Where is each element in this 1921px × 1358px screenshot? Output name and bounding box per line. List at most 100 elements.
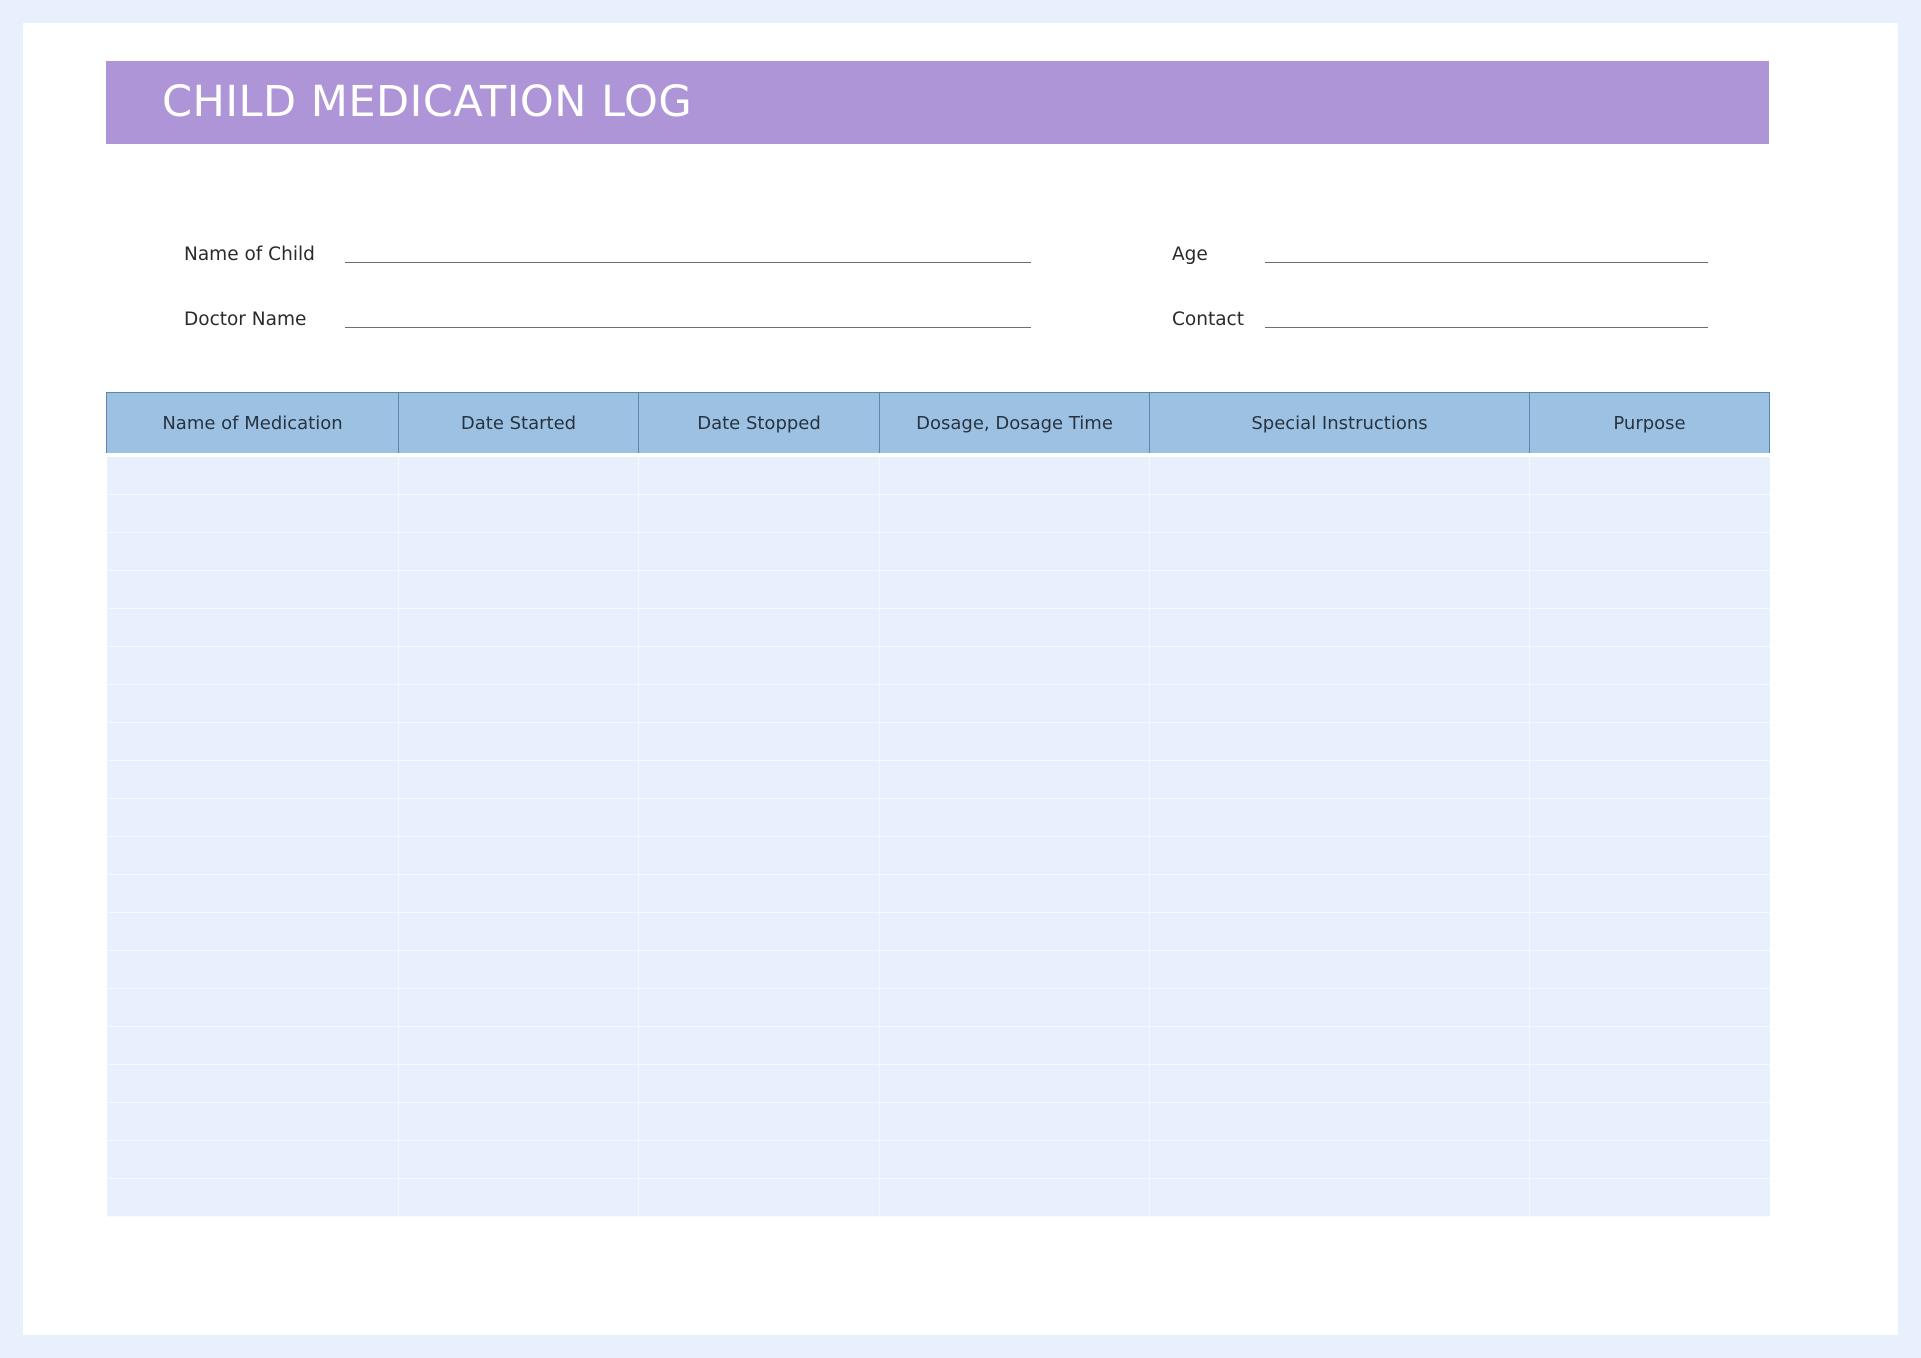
table-cell-medication[interactable] xyxy=(106,494,399,533)
table-cell-date-started[interactable] xyxy=(398,950,639,989)
table-cell-date-stopped[interactable] xyxy=(638,1026,880,1065)
table-cell-date-started[interactable] xyxy=(398,570,639,609)
table-cell-medication[interactable] xyxy=(106,912,399,951)
table-cell-purpose[interactable] xyxy=(1529,1064,1770,1103)
table-cell-dosage[interactable] xyxy=(879,1064,1150,1103)
table-cell-date-stopped[interactable] xyxy=(638,1064,880,1103)
table-cell-special-instructions[interactable] xyxy=(1149,494,1530,533)
table-cell-special-instructions[interactable] xyxy=(1149,912,1530,951)
table-cell-medication[interactable] xyxy=(106,1064,399,1103)
table-cell-special-instructions[interactable] xyxy=(1149,722,1530,761)
table-cell-purpose[interactable] xyxy=(1529,532,1770,571)
table-cell-special-instructions[interactable] xyxy=(1149,684,1530,723)
table-cell-special-instructions[interactable] xyxy=(1149,1064,1530,1103)
table-cell-date-stopped[interactable] xyxy=(638,874,880,913)
table-cell-date-stopped[interactable] xyxy=(638,684,880,723)
table-cell-date-stopped[interactable] xyxy=(638,1140,880,1179)
table-cell-date-started[interactable] xyxy=(398,453,639,495)
table-cell-date-stopped[interactable] xyxy=(638,1102,880,1141)
table-cell-special-instructions[interactable] xyxy=(1149,798,1530,837)
table-cell-purpose[interactable] xyxy=(1529,836,1770,875)
table-cell-date-started[interactable] xyxy=(398,836,639,875)
table-cell-date-stopped[interactable] xyxy=(638,950,880,989)
table-cell-dosage[interactable] xyxy=(879,532,1150,571)
table-cell-purpose[interactable] xyxy=(1529,646,1770,685)
table-cell-purpose[interactable] xyxy=(1529,1026,1770,1065)
table-cell-date-started[interactable] xyxy=(398,722,639,761)
table-cell-medication[interactable] xyxy=(106,798,399,837)
table-cell-dosage[interactable] xyxy=(879,646,1150,685)
table-cell-purpose[interactable] xyxy=(1529,608,1770,647)
table-cell-date-started[interactable] xyxy=(398,1140,639,1179)
table-cell-date-started[interactable] xyxy=(398,798,639,837)
table-cell-dosage[interactable] xyxy=(879,760,1150,799)
age-input[interactable] xyxy=(1265,237,1708,263)
table-cell-special-instructions[interactable] xyxy=(1149,760,1530,799)
table-cell-dosage[interactable] xyxy=(879,950,1150,989)
table-cell-purpose[interactable] xyxy=(1529,874,1770,913)
table-cell-date-stopped[interactable] xyxy=(638,494,880,533)
table-cell-purpose[interactable] xyxy=(1529,950,1770,989)
contact-field[interactable] xyxy=(1265,302,1708,328)
table-cell-date-started[interactable] xyxy=(398,646,639,685)
table-cell-dosage[interactable] xyxy=(879,684,1150,723)
table-cell-special-instructions[interactable] xyxy=(1149,453,1530,495)
table-cell-date-stopped[interactable] xyxy=(638,760,880,799)
table-cell-purpose[interactable] xyxy=(1529,494,1770,533)
table-cell-medication[interactable] xyxy=(106,646,399,685)
table-cell-date-started[interactable] xyxy=(398,684,639,723)
table-cell-date-stopped[interactable] xyxy=(638,722,880,761)
table-cell-special-instructions[interactable] xyxy=(1149,874,1530,913)
child-name-field[interactable] xyxy=(345,237,1031,263)
table-cell-date-started[interactable] xyxy=(398,608,639,647)
table-cell-dosage[interactable] xyxy=(879,1140,1150,1179)
table-cell-medication[interactable] xyxy=(106,1026,399,1065)
doctor-name-input[interactable] xyxy=(345,302,1031,328)
table-cell-medication[interactable] xyxy=(106,950,399,989)
table-cell-date-started[interactable] xyxy=(398,494,639,533)
table-cell-special-instructions[interactable] xyxy=(1149,1178,1530,1217)
table-cell-special-instructions[interactable] xyxy=(1149,836,1530,875)
table-cell-date-started[interactable] xyxy=(398,912,639,951)
table-cell-special-instructions[interactable] xyxy=(1149,988,1530,1027)
table-cell-purpose[interactable] xyxy=(1529,988,1770,1027)
table-cell-date-started[interactable] xyxy=(398,1178,639,1217)
table-cell-date-stopped[interactable] xyxy=(638,836,880,875)
age-field[interactable] xyxy=(1265,237,1708,263)
table-cell-date-started[interactable] xyxy=(398,532,639,571)
table-cell-dosage[interactable] xyxy=(879,608,1150,647)
table-cell-special-instructions[interactable] xyxy=(1149,570,1530,609)
table-cell-purpose[interactable] xyxy=(1529,798,1770,837)
table-cell-medication[interactable] xyxy=(106,988,399,1027)
table-cell-medication[interactable] xyxy=(106,532,399,571)
table-cell-medication[interactable] xyxy=(106,836,399,875)
table-cell-dosage[interactable] xyxy=(879,494,1150,533)
table-cell-medication[interactable] xyxy=(106,684,399,723)
table-cell-purpose[interactable] xyxy=(1529,1102,1770,1141)
table-cell-date-stopped[interactable] xyxy=(638,570,880,609)
table-cell-dosage[interactable] xyxy=(879,1102,1150,1141)
table-cell-dosage[interactable] xyxy=(879,1026,1150,1065)
table-cell-medication[interactable] xyxy=(106,608,399,647)
table-cell-dosage[interactable] xyxy=(879,912,1150,951)
table-cell-purpose[interactable] xyxy=(1529,453,1770,495)
table-cell-purpose[interactable] xyxy=(1529,1140,1770,1179)
table-cell-medication[interactable] xyxy=(106,722,399,761)
table-cell-special-instructions[interactable] xyxy=(1149,532,1530,571)
table-cell-special-instructions[interactable] xyxy=(1149,608,1530,647)
table-cell-special-instructions[interactable] xyxy=(1149,1026,1530,1065)
table-cell-medication[interactable] xyxy=(106,1140,399,1179)
table-cell-special-instructions[interactable] xyxy=(1149,646,1530,685)
table-cell-date-started[interactable] xyxy=(398,1102,639,1141)
table-cell-medication[interactable] xyxy=(106,1178,399,1217)
table-cell-medication[interactable] xyxy=(106,570,399,609)
table-cell-date-started[interactable] xyxy=(398,874,639,913)
table-cell-special-instructions[interactable] xyxy=(1149,1102,1530,1141)
table-cell-dosage[interactable] xyxy=(879,453,1150,495)
table-cell-purpose[interactable] xyxy=(1529,722,1770,761)
table-cell-date-stopped[interactable] xyxy=(638,988,880,1027)
table-cell-special-instructions[interactable] xyxy=(1149,1140,1530,1179)
contact-input[interactable] xyxy=(1265,302,1708,328)
table-cell-medication[interactable] xyxy=(106,874,399,913)
table-cell-dosage[interactable] xyxy=(879,1178,1150,1217)
